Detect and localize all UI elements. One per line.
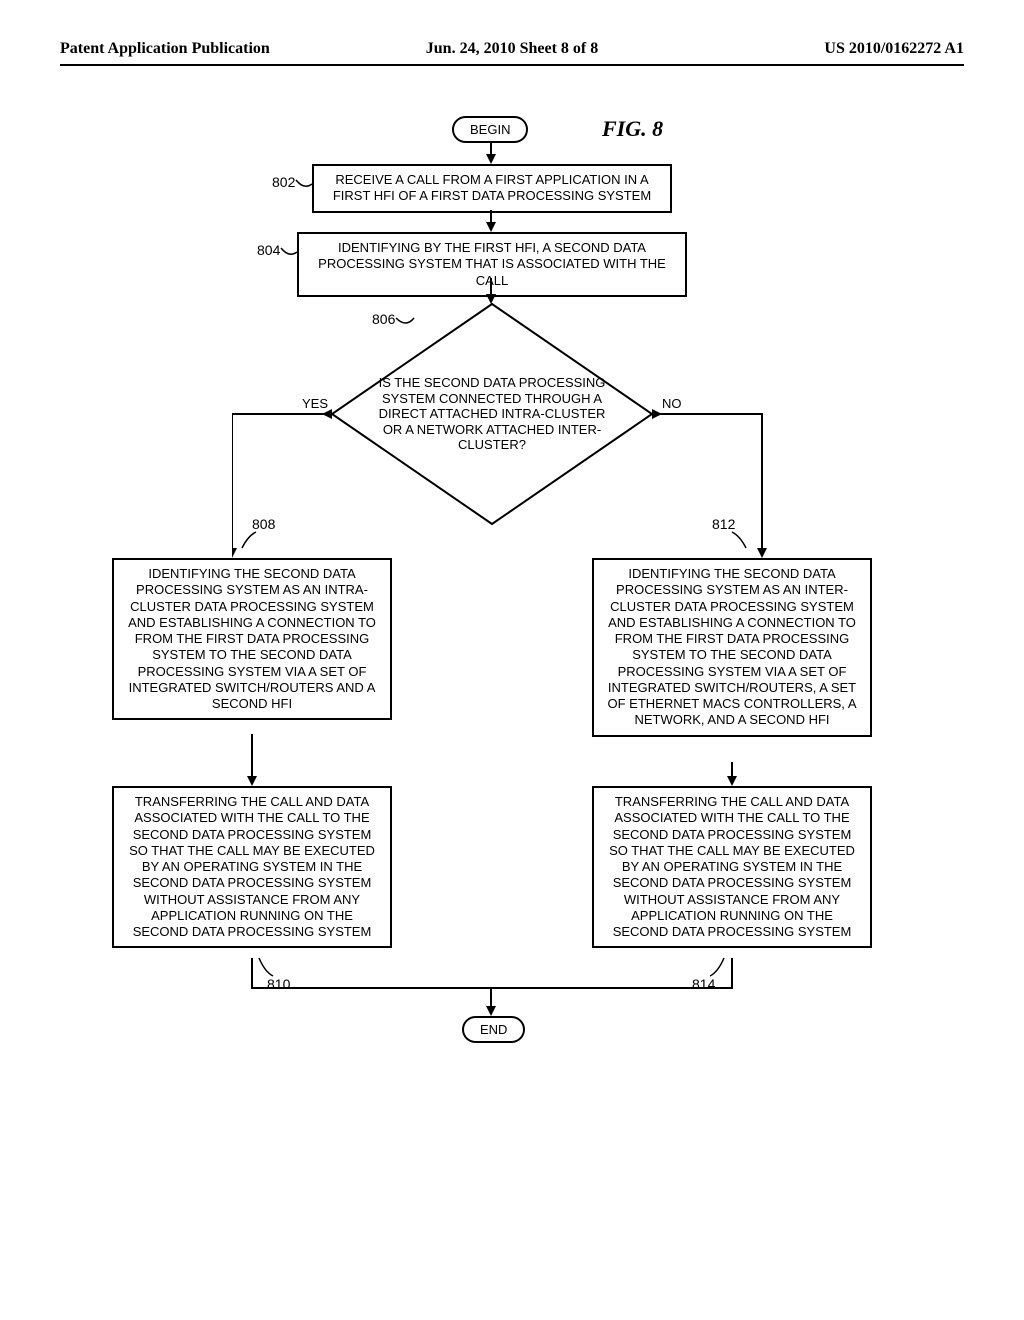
step-808: IDENTIFYING THE SECOND DATA PROCESSING S… (112, 558, 392, 720)
decision-text: IS THE SECOND DATA PROCESSING SYSTEM CON… (377, 375, 607, 453)
arrow-icon (246, 734, 258, 786)
refnum-802: 802 (272, 174, 295, 190)
header-right: US 2010/0162272 A1 (663, 40, 964, 58)
step-802: RECEIVE A CALL FROM A FIRST APPLICATION … (312, 164, 672, 213)
refnum-806: 806 (372, 311, 395, 327)
header-center: Jun. 24, 2010 Sheet 8 of 8 (361, 40, 662, 58)
leader-icon (242, 532, 262, 548)
leader-icon (296, 176, 316, 192)
terminal-end: END (462, 1016, 525, 1043)
leader-icon (281, 244, 301, 260)
step-812: IDENTIFYING THE SECOND DATA PROCESSING S… (592, 558, 872, 737)
refnum-812: 812 (712, 516, 735, 532)
header-left: Patent Application Publication (60, 40, 361, 58)
step-810: TRANSFERRING THE CALL AND DATA ASSOCIATE… (112, 786, 392, 948)
connector-merge (246, 958, 746, 1018)
arrow-icon (485, 278, 497, 304)
terminal-begin: BEGIN (452, 116, 528, 143)
flowchart-canvas: FIG. 8 BEGIN RECEIVE A CALL FROM A FIRST… (62, 106, 962, 1206)
figure-label: FIG. 8 (602, 116, 663, 142)
decision-806: IS THE SECOND DATA PROCESSING SYSTEM CON… (332, 304, 652, 524)
arrow-icon (485, 142, 497, 164)
step-814: TRANSFERRING THE CALL AND DATA ASSOCIATE… (592, 786, 872, 948)
connector-no (652, 408, 772, 558)
arrow-icon (485, 210, 497, 232)
arrow-icon (726, 762, 738, 786)
leader-icon (732, 532, 752, 548)
page-header: Patent Application Publication Jun. 24, … (60, 40, 964, 66)
leader-icon (396, 316, 416, 332)
refnum-804: 804 (257, 242, 280, 258)
refnum-808: 808 (252, 516, 275, 532)
